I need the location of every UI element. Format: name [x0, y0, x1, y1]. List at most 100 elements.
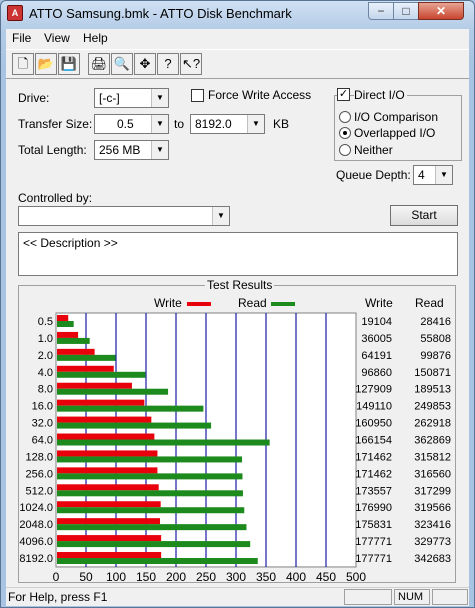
read-bar — [57, 422, 212, 429]
print-icon[interactable]: 🖨 — [88, 53, 110, 75]
read-value: 99876 — [420, 350, 451, 362]
direct-io-label: Direct I/O — [354, 88, 407, 102]
write-value: 173557 — [355, 485, 392, 497]
menu-view[interactable]: View — [44, 31, 70, 45]
menu-help[interactable]: Help — [83, 31, 108, 45]
category-label: 4.0 — [38, 367, 53, 379]
menu-file[interactable]: File — [12, 31, 31, 45]
read-value: 317299 — [414, 485, 451, 497]
read-value: 189513 — [414, 384, 451, 396]
results-chart: 050100150200250300350400450500Transfer R… — [19, 312, 451, 582]
write-bar — [57, 331, 79, 338]
app-window: A ATTO Samsung.bmk - ATTO Disk Benchmark… — [0, 0, 475, 608]
minimize-button[interactable]: − — [368, 2, 394, 20]
read-value: 262918 — [414, 418, 451, 430]
read-bar — [57, 524, 247, 531]
status-panel-empty — [344, 589, 392, 605]
transfer-size-from-value: 0.5 — [117, 117, 134, 131]
io-comparison-radio[interactable] — [339, 111, 351, 123]
controlled-by-select[interactable]: ▼ — [18, 206, 230, 226]
read-value: 319566 — [414, 502, 451, 514]
neither-label: Neither — [354, 143, 393, 157]
write-value: 149110 — [356, 401, 392, 413]
direct-io-checkbox[interactable]: ✓ — [337, 88, 350, 101]
transfer-size-from-select[interactable]: 0.5 ▼ — [94, 114, 169, 134]
transfer-size-to-select[interactable]: 8192.0 ▼ — [190, 114, 265, 134]
chevron-down-icon[interactable]: ▼ — [151, 141, 168, 159]
read-bar — [57, 439, 270, 446]
write-bar — [57, 433, 155, 440]
queue-depth-value: 4 — [418, 168, 425, 182]
read-value: 329773 — [414, 536, 451, 548]
open-icon[interactable]: 📂 — [35, 53, 57, 75]
write-value: 36005 — [361, 333, 392, 345]
controlled-by-label: Controlled by: — [18, 191, 93, 205]
x-tick-label: 250 — [196, 570, 216, 582]
write-value: 127909 — [355, 384, 392, 396]
read-bar — [57, 456, 243, 463]
queue-depth-select[interactable]: 4 ▼ — [413, 165, 453, 185]
close-button[interactable]: ✕ — [418, 2, 464, 20]
write-value: 176990 — [355, 502, 392, 514]
category-label: 32.0 — [32, 418, 53, 430]
atto-app-icon: A — [7, 5, 23, 21]
maximize-button[interactable]: □ — [393, 2, 419, 20]
x-tick-label: 450 — [316, 570, 336, 582]
read-bar — [57, 473, 243, 480]
description-text: << Description >> — [23, 236, 118, 250]
write-bar — [57, 416, 152, 423]
write-bar — [57, 501, 161, 508]
category-label: 4096.0 — [19, 536, 53, 548]
overlapped-io-label: Overlapped I/O — [354, 126, 436, 140]
total-length-label: Total Length: — [18, 143, 87, 157]
drive-select[interactable]: [-c-] ▼ — [94, 88, 169, 108]
x-tick-label: 500 — [346, 570, 366, 582]
write-value: 19104 — [361, 316, 392, 328]
queue-depth-label: Queue Depth: — [336, 168, 411, 182]
chevron-down-icon[interactable]: ▼ — [212, 207, 229, 225]
read-bar — [57, 388, 169, 395]
status-help-text: For Help, press F1 — [8, 590, 108, 604]
print-preview-icon[interactable]: 🔍 — [111, 53, 133, 75]
force-write-checkbox[interactable] — [191, 89, 204, 102]
read-value: 342683 — [414, 553, 451, 565]
read-bar — [57, 337, 90, 344]
x-tick-label: 300 — [226, 570, 246, 582]
read-value: 28416 — [420, 316, 451, 328]
x-tick-label: 150 — [136, 570, 156, 582]
overlapped-io-radio[interactable] — [339, 127, 351, 139]
neither-radio[interactable] — [339, 144, 351, 156]
chevron-down-icon[interactable]: ▼ — [435, 166, 452, 184]
io-comparison-label: I/O Comparison — [354, 110, 439, 124]
total-length-select[interactable]: 256 MB ▼ — [94, 140, 169, 160]
start-button[interactable]: Start — [390, 205, 458, 226]
write-value: 160950 — [355, 418, 392, 430]
read-bar — [57, 541, 251, 548]
chevron-down-icon[interactable]: ▼ — [247, 115, 264, 133]
chevron-down-icon[interactable]: ▼ — [151, 115, 168, 133]
read-value: 362869 — [414, 435, 451, 447]
description-textbox[interactable]: << Description >> — [18, 232, 458, 276]
test-results-panel: Test Results Write Read Write Read 0 50 10… — [18, 278, 456, 583]
write-value: 171462 — [355, 468, 392, 480]
category-label: 2048.0 — [19, 519, 53, 531]
move-icon[interactable]: ✥ — [134, 53, 156, 75]
write-bar — [57, 365, 114, 372]
read-bar — [57, 507, 245, 514]
read-value: 55808 — [420, 333, 451, 345]
help-icon[interactable]: ? — [157, 53, 179, 75]
status-panel-scrl — [432, 589, 468, 605]
new-icon[interactable]: 🗋 — [12, 53, 34, 75]
transfer-to-label: to — [174, 117, 185, 131]
category-label: 128.0 — [25, 451, 53, 463]
title-bar[interactable]: A ATTO Samsung.bmk - ATTO Disk Benchmark… — [1, 1, 474, 27]
write-bar — [57, 348, 95, 355]
context-help-icon[interactable]: ↖? — [180, 53, 202, 75]
status-bar: For Help, press F1 NUM — [6, 587, 469, 606]
save-icon[interactable]: 💾 — [58, 53, 80, 75]
transfer-size-to-value: 8192.0 — [195, 117, 232, 131]
category-label: 0.5 — [38, 316, 53, 328]
force-write-label: Force Write Access — [208, 88, 312, 102]
category-label: 2.0 — [38, 350, 53, 362]
chevron-down-icon[interactable]: ▼ — [151, 89, 168, 107]
